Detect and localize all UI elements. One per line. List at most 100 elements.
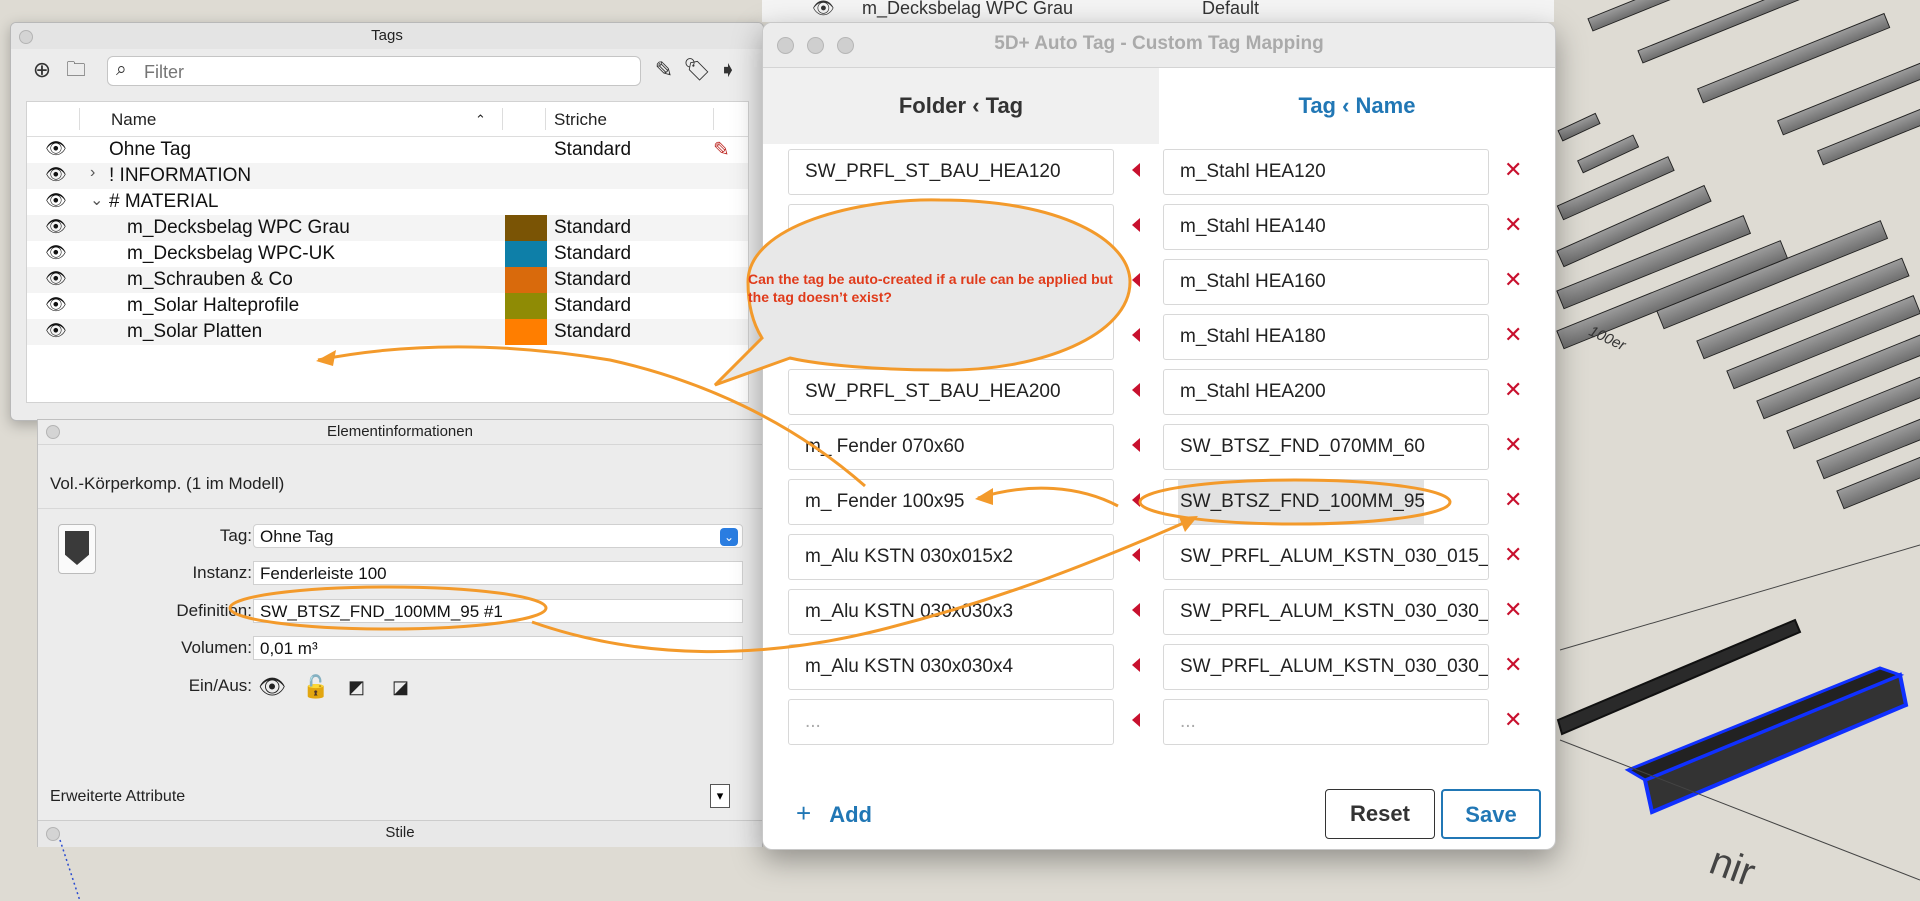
- tab-tag-name[interactable]: Tag ‹ Name: [1159, 68, 1555, 144]
- tag-color-swatch[interactable]: [505, 267, 547, 293]
- tag-name: ! INFORMATION: [109, 165, 252, 186]
- tag-name: m_Solar Platten: [127, 321, 263, 342]
- visibility-eye-icon[interactable]: 👁: [45, 191, 67, 211]
- close-button[interactable]: [46, 425, 60, 439]
- filter-input[interactable]: [142, 60, 626, 84]
- target-field[interactable]: m_Stahl HEA200: [1163, 369, 1489, 415]
- source-field[interactable]: [788, 314, 1114, 360]
- tag-color-swatch[interactable]: [505, 293, 547, 319]
- tag-row[interactable]: 👁 m_Schrauben & Co Standard: [27, 267, 748, 293]
- receive-shadows-icon[interactable]: ◪: [392, 677, 409, 698]
- tag-name: Ohne Tag: [109, 139, 192, 160]
- reset-button[interactable]: Reset: [1325, 789, 1435, 839]
- visibility-eye-icon[interactable]: 👁: [45, 295, 67, 315]
- target-field[interactable]: SW_BTSZ_FND_070MM_60: [1163, 424, 1489, 470]
- tag-color-swatch[interactable]: [505, 319, 547, 345]
- tag-stroke[interactable]: Standard: [554, 139, 631, 161]
- delete-icon[interactable]: ✕: [1504, 267, 1522, 293]
- expand-chevron-icon[interactable]: ›: [90, 164, 95, 182]
- target-field[interactable]: m_Stahl HEA140: [1163, 204, 1489, 250]
- tag-select[interactable]: Ohne Tag ⌄: [253, 524, 743, 548]
- tag-row[interactable]: 👁 Ohne Tag Standard ✎: [27, 137, 748, 163]
- source-field[interactable]: SW_PRFL_ST_BAU_HEA200: [788, 369, 1114, 415]
- definition-field[interactable]: SW_BTSZ_FND_100MM_95 #1: [253, 599, 743, 623]
- tag-stroke[interactable]: Standard: [554, 269, 631, 291]
- visibility-eye-icon[interactable]: 👁: [45, 139, 67, 159]
- target-field[interactable]: m_Stahl HEA160: [1163, 259, 1489, 305]
- source-field[interactable]: m_ Fender 070x60: [788, 424, 1114, 470]
- visibility-eye-icon[interactable]: 👁: [45, 217, 67, 237]
- instance-field[interactable]: Fenderleiste 100: [253, 561, 743, 585]
- visibility-eye-icon[interactable]: 👁: [45, 269, 67, 289]
- target-field[interactable]: SW_PRFL_ALUM_KSTN_030_030_3: [1163, 589, 1489, 635]
- source-field[interactable]: SW_PRFL_ST_BAU_HEA120: [788, 149, 1114, 195]
- tag-stroke[interactable]: Standard: [554, 295, 631, 317]
- column-header-stroke[interactable]: Striche: [554, 110, 607, 130]
- source-field[interactable]: ...: [788, 699, 1114, 745]
- filter-field[interactable]: ⌕: [107, 56, 641, 86]
- close-button[interactable]: [46, 827, 60, 841]
- target-field[interactable]: ...: [1163, 699, 1489, 745]
- source-field[interactable]: m_ Fender 100x95: [788, 479, 1114, 525]
- eye-icon: 👁: [812, 0, 835, 18]
- delete-icon[interactable]: ✕: [1504, 487, 1522, 513]
- source-field[interactable]: m_Alu KSTN 030x015x2: [788, 534, 1114, 580]
- advanced-attributes[interactable]: Erweiterte Attribute: [50, 788, 185, 806]
- tag-name: m_Solar Halteprofile: [127, 295, 300, 316]
- tag-row[interactable]: 👁 m_Decksbelag WPC Grau Standard: [27, 215, 748, 241]
- close-button[interactable]: [19, 30, 33, 44]
- delete-icon[interactable]: ✕: [1504, 707, 1522, 733]
- dialog-titlebar: 5D+ Auto Tag - Custom Tag Mapping: [763, 23, 1555, 68]
- tag-row[interactable]: 👁 ⌄ # MATERIAL: [27, 189, 748, 215]
- visibility-icon[interactable]: 👁: [258, 674, 286, 700]
- tag-row[interactable]: 👁 › ! INFORMATION: [27, 163, 748, 189]
- delete-icon[interactable]: ✕: [1504, 212, 1522, 238]
- element-info-panel: Elementinformationen Vol.-Körperkomp. (1…: [37, 419, 763, 847]
- tag-stroke[interactable]: Standard: [554, 243, 631, 265]
- tag-color-swatch[interactable]: [505, 215, 547, 241]
- target-field[interactable]: SW_PRFL_ALUM_KSTN_030_030_4: [1163, 644, 1489, 690]
- tag-name: m_Decksbelag WPC Grau: [127, 217, 350, 238]
- tag-icon[interactable]: 🏷: [683, 57, 711, 83]
- delete-icon[interactable]: ✕: [1504, 542, 1522, 568]
- save-button[interactable]: Save: [1441, 789, 1541, 839]
- tab-folder-tag[interactable]: Folder ‹ Tag: [763, 68, 1159, 144]
- chevron-down-icon[interactable]: ⌄: [720, 528, 738, 546]
- delete-icon[interactable]: ✕: [1504, 157, 1522, 183]
- target-field[interactable]: SW_BTSZ_FND_100MM_95: [1163, 479, 1489, 525]
- mapping-row: m_Alu KSTN 030x030x4 SW_PRFL_ALUM_KSTN_03…: [763, 638, 1555, 693]
- delete-icon[interactable]: ✕: [1504, 652, 1522, 678]
- tag-stroke[interactable]: Standard: [554, 217, 631, 239]
- tag-row[interactable]: 👁 m_Decksbelag WPC-UK Standard: [27, 241, 748, 267]
- expand-icon[interactable]: ▾: [710, 784, 730, 808]
- add-tag-icon[interactable]: ⊕: [29, 57, 55, 83]
- export-icon[interactable]: ➧: [715, 57, 741, 83]
- source-field[interactable]: m_Alu KSTN 030x030x4: [788, 644, 1114, 690]
- add-folder-icon[interactable]: 🗀: [63, 57, 89, 83]
- column-header-name[interactable]: Name: [111, 110, 156, 130]
- target-field[interactable]: m_Stahl HEA180: [1163, 314, 1489, 360]
- target-field[interactable]: m_Stahl HEA120: [1163, 149, 1489, 195]
- lock-icon[interactable]: 🔓: [302, 674, 329, 700]
- source-field[interactable]: [788, 204, 1114, 250]
- mapping-list[interactable]: SW_PRFL_ST_BAU_HEA120 m_Stahl HEA120 ✕ m_St…: [763, 143, 1555, 783]
- tag-stroke[interactable]: Standard: [554, 321, 631, 343]
- visibility-eye-icon[interactable]: 👁: [45, 321, 67, 341]
- delete-icon[interactable]: ✕: [1504, 322, 1522, 348]
- visibility-eye-icon[interactable]: 👁: [45, 243, 67, 263]
- styles-panel-header[interactable]: Stile: [38, 820, 762, 847]
- visibility-eye-icon[interactable]: 👁: [45, 165, 67, 185]
- delete-icon[interactable]: ✕: [1504, 377, 1522, 403]
- pencil-icon[interactable]: ✎: [651, 57, 677, 83]
- add-button[interactable]: + Add: [796, 798, 872, 829]
- tag-row[interactable]: 👁 m_Solar Halteprofile Standard: [27, 293, 748, 319]
- delete-icon[interactable]: ✕: [1504, 597, 1522, 623]
- source-field[interactable]: m_Alu KSTN 030x030x3: [788, 589, 1114, 635]
- tag-color-swatch[interactable]: [505, 241, 547, 267]
- cast-shadows-icon[interactable]: ◩: [348, 677, 365, 698]
- sort-chevron-icon[interactable]: ⌃: [475, 112, 486, 128]
- delete-icon[interactable]: ✕: [1504, 432, 1522, 458]
- target-field[interactable]: SW_PRFL_ALUM_KSTN_030_015_2: [1163, 534, 1489, 580]
- expand-chevron-icon[interactable]: ⌄: [90, 190, 103, 210]
- tag-row[interactable]: 👁 m_Solar Platten Standard: [27, 319, 748, 345]
